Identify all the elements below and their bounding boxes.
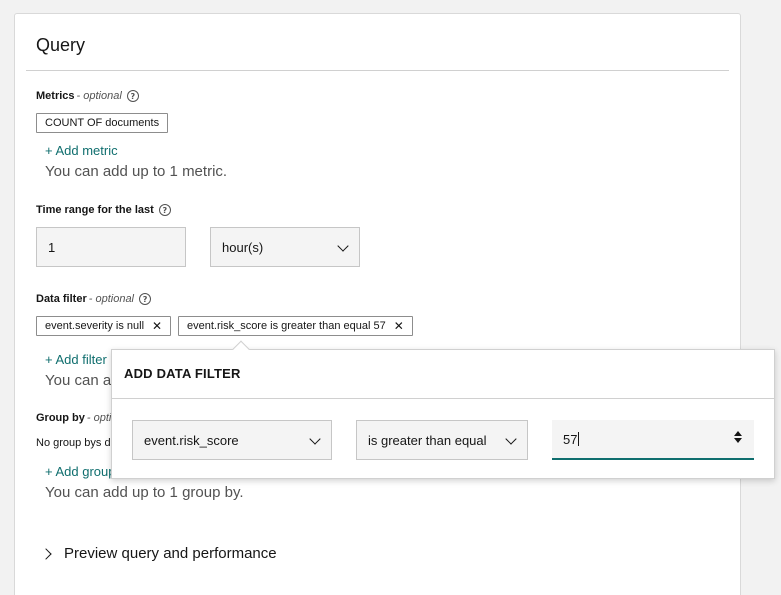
metrics-hint: You can add up to 1 metric. (45, 163, 228, 180)
preview-accordion[interactable]: Preview query and performance (42, 545, 277, 562)
add-metric-link[interactable]: + Add metric (45, 143, 118, 158)
filter-operator-value: is greater than equal (368, 432, 487, 448)
time-range-label: Time range for the last ? (36, 204, 171, 216)
time-range-unit: hour(s) (222, 239, 264, 255)
filter-value-input[interactable]: 57 (552, 420, 754, 460)
filter-operator-select[interactable]: is greater than equal (356, 420, 528, 460)
time-range-value: 1 (48, 239, 56, 255)
group-by-hint: You can add up to 1 group by. (45, 484, 244, 501)
filter-field-select[interactable]: event.risk_score (132, 420, 332, 460)
data-filter-hint: You can ad (45, 372, 120, 389)
add-group-link[interactable]: + Add group (45, 464, 115, 479)
close-icon[interactable]: ✕ (394, 319, 404, 333)
data-filter-label-text: Data filter (36, 293, 87, 305)
no-group-bys-text: No group bys d (36, 437, 111, 449)
filter-tag[interactable]: event.risk_score is greater than equal 5… (178, 316, 413, 336)
metrics-label: Metrics - optional ? (36, 90, 139, 102)
add-data-filter-popover: ADD DATA FILTER event.risk_score is grea… (111, 349, 775, 479)
close-icon[interactable]: ✕ (152, 319, 162, 333)
query-card: Query Metrics - optional ? COUNT OF docu… (14, 13, 741, 595)
filter-tag[interactable]: event.severity is null ✕ (36, 316, 172, 336)
help-circle-icon[interactable]: ? (158, 204, 171, 216)
filter-field-value: event.risk_score (144, 432, 239, 448)
filter-tag-label: event.risk_score is greater than equal 5… (187, 320, 386, 332)
stepper-down-icon[interactable] (734, 438, 742, 443)
query-title: Query (36, 35, 86, 55)
time-range-unit-select[interactable]: hour(s) (210, 227, 360, 267)
popover-divider (112, 398, 774, 399)
popover-title: ADD DATA FILTER (124, 366, 241, 381)
help-circle-icon[interactable]: ? (139, 293, 152, 305)
text-caret (578, 432, 580, 446)
number-stepper-icon[interactable] (734, 431, 742, 443)
preview-label: Preview query and performance (64, 545, 277, 562)
time-range-label-text: Time range for the last (36, 204, 154, 216)
filter-value-text: 57 (563, 431, 578, 447)
data-filter-optional: - optional (88, 293, 135, 305)
add-filter-link[interactable]: + Add filter (45, 352, 107, 367)
help-circle-icon[interactable]: ? (126, 90, 139, 102)
filter-tag-label: event.severity is null (45, 320, 145, 332)
group-by-label: Group by - opti (36, 412, 111, 424)
stepper-up-icon[interactable] (734, 431, 742, 436)
metrics-optional: - optional (76, 90, 122, 102)
time-range-value-input[interactable]: 1 (36, 227, 186, 267)
data-filter-label: Data filter - optional ? (36, 293, 152, 305)
title-divider (26, 70, 729, 71)
chevron-down-icon (338, 242, 348, 252)
chevron-right-icon (42, 549, 52, 559)
group-by-label-text: Group by (36, 412, 85, 424)
group-by-optional: - opti (86, 412, 112, 424)
metric-tag[interactable]: COUNT OF documents (36, 113, 169, 133)
chevron-down-icon (506, 435, 516, 445)
chevron-down-icon (310, 435, 320, 445)
metrics-label-text: Metrics (36, 90, 75, 102)
metric-tag-label: COUNT OF documents (45, 117, 160, 129)
